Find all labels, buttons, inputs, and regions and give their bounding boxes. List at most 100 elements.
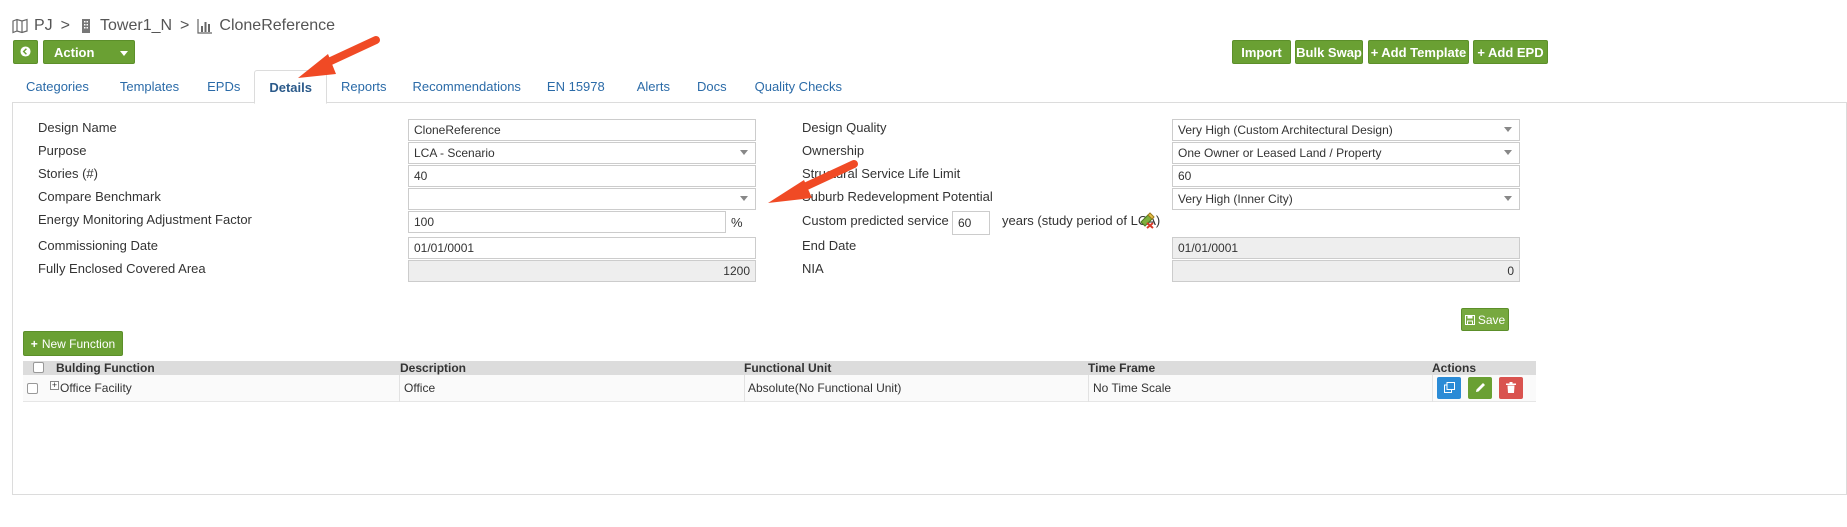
caret-down-icon: [1504, 127, 1512, 132]
caret-down-icon: [1504, 196, 1512, 201]
design-quality-select[interactable]: Very High (Custom Architectural Design): [1172, 119, 1520, 141]
enclosed-area-label: Fully Enclosed Covered Area: [38, 261, 206, 276]
caret-down-icon: [740, 196, 748, 201]
row-function: Office Facility: [60, 381, 132, 395]
tab-categories[interactable]: Categories: [12, 70, 103, 103]
details-panel: [12, 103, 1847, 495]
custom-life-input[interactable]: 60: [952, 211, 990, 235]
tab-quality-checks[interactable]: Quality Checks: [741, 70, 856, 103]
eraser-icon[interactable]: [1138, 211, 1156, 229]
breadcrumb-separator: >: [180, 17, 190, 34]
edit-button[interactable]: [1468, 377, 1492, 399]
row-time: No Time Scale: [1093, 381, 1172, 395]
select-all-checkbox[interactable]: [33, 362, 44, 373]
building-icon: [78, 18, 94, 34]
caret-down-icon: [120, 51, 128, 56]
row-description: Office: [404, 381, 436, 395]
redevelopment-select[interactable]: Very High (Inner City): [1172, 188, 1520, 210]
design-name-label: Design Name: [38, 120, 117, 135]
arrow-left-circle-icon: [20, 45, 31, 60]
header-function: Bulding Function: [56, 361, 155, 375]
service-life-limit-input[interactable]: 60: [1172, 165, 1520, 187]
breadcrumb-building[interactable]: Tower1_N: [100, 17, 172, 35]
custom-life-suffix: years (study period of LCA): [1002, 213, 1161, 228]
tab-recommendations[interactable]: Recommendations: [401, 70, 535, 103]
caret-down-icon: [1504, 150, 1512, 155]
end-date-label: End Date: [802, 238, 857, 253]
compare-benchmark-label: Compare Benchmark: [38, 189, 161, 204]
stories-input[interactable]: 40: [408, 165, 756, 187]
nia-field: 0: [1172, 260, 1520, 282]
redevelopment-value: Very High (Inner City): [1178, 192, 1293, 206]
add-template-label: Add Template: [1381, 44, 1467, 60]
import-button[interactable]: Import: [1232, 40, 1291, 64]
tab-docs[interactable]: Docs: [684, 70, 741, 103]
energy-factor-input[interactable]: 100: [408, 211, 726, 233]
breadcrumb-project[interactable]: PJ: [34, 17, 53, 35]
save-label: Save: [1477, 312, 1506, 327]
custom-life-label: Custom predicted service life:: [802, 213, 973, 228]
map-icon: [12, 18, 28, 34]
plus-icon: +: [1370, 44, 1379, 60]
bulk-swap-label: Bulk Swap: [1296, 44, 1362, 60]
percent-unit: %: [731, 215, 743, 230]
row-unit: Absolute(No Functional Unit): [748, 381, 902, 395]
breadcrumb: PJ > Tower1_N > CloneReference: [12, 16, 335, 36]
caret-down-icon: [740, 150, 748, 155]
expand-icon[interactable]: +: [50, 381, 59, 390]
ownership-value: One Owner or Leased Land / Property: [1178, 146, 1382, 160]
new-function-button[interactable]: + New Function: [23, 331, 123, 356]
tab-reports[interactable]: Reports: [327, 70, 401, 103]
action-dropdown-button[interactable]: Action: [43, 40, 135, 64]
energy-factor-label: Energy Monitoring Adjustment Factor: [38, 212, 252, 227]
purpose-select[interactable]: LCA - Scenario: [408, 142, 756, 164]
table-row: + Office Facility Office Absolute(No Fun…: [23, 375, 1536, 402]
copy-button[interactable]: [1437, 377, 1461, 399]
header-description: Description: [400, 361, 467, 375]
functions-table-header: Bulding Function Description Functional …: [23, 361, 1536, 375]
tab-templates[interactable]: Templates: [103, 70, 193, 103]
trash-icon: [1506, 381, 1516, 396]
bar-chart-icon: [197, 18, 213, 34]
add-epd-button[interactable]: + Add EPD: [1473, 40, 1548, 64]
ownership-label: Ownership: [802, 143, 865, 158]
end-date-field: 01/01/0001: [1172, 237, 1520, 259]
breadcrumb-design: CloneReference: [219, 17, 336, 34]
action-label: Action: [54, 44, 95, 60]
redevelopment-label: Suburb Redevelopment Potential: [802, 189, 993, 204]
nia-label: NIA: [802, 261, 824, 276]
plus-icon: +: [1477, 44, 1485, 60]
new-function-label: New Function: [41, 336, 116, 351]
breadcrumb-separator: >: [60, 17, 71, 34]
back-button[interactable]: [13, 40, 38, 64]
header-time: Time Frame: [1088, 361, 1156, 375]
enclosed-area-field: 1200: [408, 260, 756, 282]
tab-details[interactable]: Details: [254, 70, 327, 104]
purpose-value: LCA - Scenario: [414, 146, 495, 160]
tab-epds[interactable]: EPDs: [193, 70, 254, 103]
service-life-limit-label: Structural Service Life Limit: [802, 166, 961, 181]
header-unit: Functional Unit: [744, 361, 832, 375]
add-template-button[interactable]: + Add Template: [1368, 40, 1469, 64]
plus-icon: +: [30, 336, 38, 351]
floppy-icon: [1464, 314, 1475, 325]
compare-benchmark-select[interactable]: [408, 188, 756, 210]
design-quality-label: Design Quality: [802, 120, 887, 135]
commissioning-date-label: Commissioning Date: [38, 238, 158, 253]
bulk-swap-button[interactable]: Bulk Swap: [1295, 40, 1363, 64]
purpose-label: Purpose: [38, 143, 87, 158]
copy-icon: [1443, 381, 1455, 396]
header-actions: Actions: [1432, 361, 1477, 375]
pencil-icon: [1475, 381, 1486, 396]
stories-label: Stories (#): [38, 166, 98, 181]
save-button[interactable]: Save: [1461, 308, 1509, 331]
design-name-input[interactable]: CloneReference: [408, 119, 756, 141]
tab-alerts[interactable]: Alerts: [619, 70, 684, 103]
tab-bar: Categories Templates EPDs Details Report…: [12, 70, 1847, 104]
row-checkbox[interactable]: [27, 383, 38, 394]
commissioning-date-input[interactable]: 01/01/0001: [408, 237, 756, 259]
import-label: Import: [1241, 44, 1282, 60]
ownership-select[interactable]: One Owner or Leased Land / Property: [1172, 142, 1520, 164]
tab-en-15978[interactable]: EN 15978: [535, 70, 619, 103]
delete-button[interactable]: [1499, 377, 1523, 399]
